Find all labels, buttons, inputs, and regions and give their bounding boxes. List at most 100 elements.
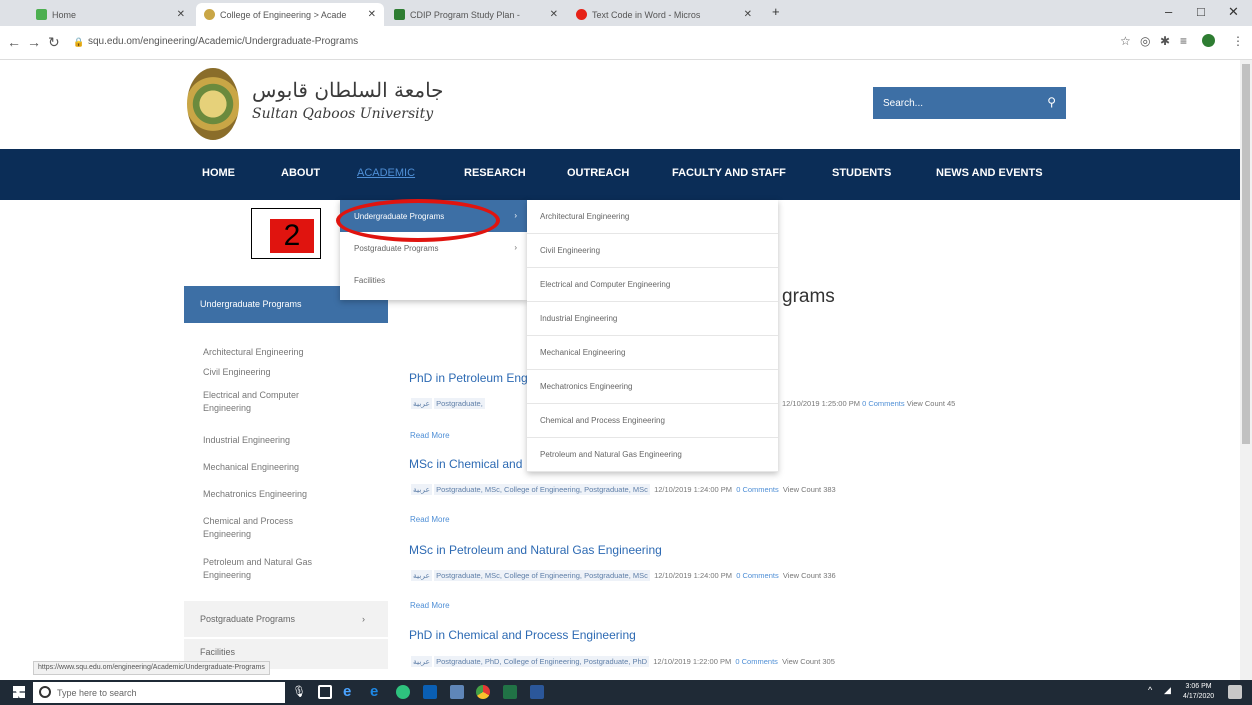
outlook-icon[interactable] bbox=[423, 685, 437, 699]
post-comments[interactable]: 0 Comments bbox=[862, 399, 905, 408]
submenu-item[interactable]: Electrical and Computer Engineering bbox=[527, 268, 778, 302]
post-categories[interactable]: Postgraduate, MSc, College of Engineerin… bbox=[434, 484, 650, 495]
sidebar-item-industrial[interactable]: Industrial Engineering bbox=[203, 434, 290, 447]
post-title[interactable]: MSc in Petroleum and Natural Gas Enginee… bbox=[409, 543, 662, 557]
post-categories[interactable]: Postgraduate, MSc, College of Engineerin… bbox=[434, 570, 650, 581]
url-field[interactable]: squ.edu.om/engineering/Academic/Undergra… bbox=[88, 36, 358, 47]
submenu-item[interactable]: Architectural Engineering bbox=[527, 200, 778, 234]
tag-arabic[interactable]: عربية bbox=[411, 484, 432, 495]
submenu-item[interactable]: Petroleum and Natural Gas Engineering bbox=[527, 438, 778, 472]
menu-icon[interactable]: ⋮ bbox=[1232, 34, 1244, 48]
profile-avatar[interactable] bbox=[1202, 34, 1215, 47]
sidebar-item-petroleum[interactable]: Petroleum and Natural Gas Engineering bbox=[203, 556, 343, 582]
logo-english-text[interactable]: Sultan Qaboos University bbox=[252, 106, 433, 122]
post-categories[interactable]: Postgraduate, bbox=[434, 398, 485, 409]
puzzle-icon[interactable]: ✱ bbox=[1160, 34, 1170, 48]
close-window-button[interactable]: ✕ bbox=[1228, 4, 1239, 20]
tab-college-of-engineering[interactable]: College of Engineering > Acade ✕ bbox=[196, 3, 384, 26]
nav-academic[interactable]: ACADEMIC bbox=[357, 167, 415, 179]
sheets-favicon-icon bbox=[394, 9, 405, 20]
read-more-link[interactable]: Read More bbox=[410, 515, 450, 524]
post-comments[interactable]: 0 Comments bbox=[735, 657, 778, 666]
excel-icon[interactable] bbox=[503, 685, 517, 699]
close-icon[interactable]: ✕ bbox=[744, 9, 752, 20]
post-title[interactable]: MSc in Chemical and bbox=[409, 457, 522, 471]
search-input[interactable]: Search... ⚲ bbox=[873, 87, 1066, 119]
scrollbar-thumb[interactable] bbox=[1242, 64, 1250, 444]
tag-arabic[interactable]: عربية bbox=[411, 570, 432, 581]
close-icon[interactable]: ✕ bbox=[177, 9, 185, 20]
tag-arabic[interactable]: عربية bbox=[411, 656, 432, 667]
nav-students[interactable]: STUDENTS bbox=[832, 167, 891, 179]
sidebar-postgraduate[interactable]: Postgraduate Programs › bbox=[184, 601, 388, 637]
status-bar-url: https://www.squ.edu.om/engineering/Acade… bbox=[33, 661, 270, 675]
dropdown-item-facilities[interactable]: Facilities bbox=[340, 264, 527, 296]
nav-faculty-and-staff[interactable]: FACULTY AND STAFF bbox=[672, 167, 786, 179]
tab-label: College of Engineering > Acade bbox=[220, 9, 347, 20]
minimize-button[interactable]: – bbox=[1165, 4, 1172, 19]
nav-about[interactable]: ABOUT bbox=[281, 167, 320, 179]
notifications-icon[interactable] bbox=[1228, 685, 1242, 699]
post-title[interactable]: PhD in Petroleum Eng bbox=[409, 371, 528, 385]
home-favicon-icon bbox=[36, 9, 47, 20]
taskbar-search-input[interactable]: Type here to search bbox=[33, 682, 285, 703]
sidebar-item-architectural[interactable]: Architectural Engineering bbox=[203, 346, 304, 359]
post-meta: عربية Postgraduate, bbox=[411, 398, 485, 409]
close-icon[interactable]: ✕ bbox=[550, 9, 558, 20]
search-icon[interactable]: ⚲ bbox=[1047, 95, 1056, 109]
submenu-item[interactable]: Chemical and Process Engineering bbox=[527, 404, 778, 438]
task-view-icon[interactable] bbox=[318, 685, 332, 699]
extension-icon[interactable]: ◎ bbox=[1140, 34, 1150, 48]
maximize-button[interactable]: □ bbox=[1197, 4, 1205, 19]
nav-research[interactable]: RESEARCH bbox=[464, 167, 526, 179]
chevron-right-icon: › bbox=[362, 614, 365, 624]
submenu-item[interactable]: Mechanical Engineering bbox=[527, 336, 778, 370]
close-icon[interactable]: ✕ bbox=[368, 9, 376, 20]
submenu-item[interactable]: Civil Engineering bbox=[527, 234, 778, 268]
tab-text-code-word[interactable]: Text Code in Word - Micros ✕ bbox=[568, 3, 760, 26]
new-tab-button[interactable]: + bbox=[772, 4, 780, 19]
playlist-icon[interactable]: ≡ bbox=[1180, 34, 1187, 48]
sidebar-item-mechanical[interactable]: Mechanical Engineering bbox=[203, 461, 299, 474]
sidebar-item-chemical[interactable]: Chemical and Process Engineering bbox=[203, 515, 323, 541]
post-comments[interactable]: 0 Comments bbox=[736, 485, 779, 494]
sidebar-item-civil[interactable]: Civil Engineering bbox=[203, 366, 271, 379]
submenu-item[interactable]: Industrial Engineering bbox=[527, 302, 778, 336]
edge-icon[interactable]: e bbox=[343, 684, 357, 699]
post-title[interactable]: PhD in Chemical and Process Engineering bbox=[409, 628, 636, 642]
chrome-icon[interactable] bbox=[476, 685, 490, 699]
logo-arabic-text[interactable]: جامعة السلطان قابوس bbox=[252, 78, 444, 102]
system-clock[interactable]: 3:06 PM 4/17/2020 bbox=[1183, 682, 1214, 702]
windows-start-icon[interactable] bbox=[13, 686, 25, 698]
network-icon[interactable]: ◢ bbox=[1164, 685, 1178, 699]
microphone-icon[interactable]: 🎙 bbox=[292, 685, 306, 699]
nav-home[interactable]: HOME bbox=[202, 167, 235, 179]
read-more-link[interactable]: Read More bbox=[410, 601, 450, 610]
nav-news-and-events[interactable]: NEWS AND EVENTS bbox=[936, 167, 1043, 179]
scrollbar[interactable] bbox=[1240, 60, 1252, 680]
forward-arrow-icon[interactable]: → bbox=[27, 34, 41, 50]
app-icon[interactable] bbox=[396, 685, 410, 699]
tray-chevron-icon[interactable]: ^ bbox=[1148, 685, 1162, 699]
clock-time: 3:06 PM bbox=[1185, 683, 1212, 690]
nav-outreach[interactable]: OUTREACH bbox=[567, 167, 629, 179]
tab-home[interactable]: Home ✕ bbox=[28, 3, 193, 26]
file-explorer-icon[interactable] bbox=[450, 685, 464, 699]
read-more-link[interactable]: Read More bbox=[410, 431, 450, 440]
tag-arabic[interactable]: عربية bbox=[411, 398, 432, 409]
word-icon[interactable] bbox=[530, 685, 544, 699]
star-icon[interactable]: ☆ bbox=[1120, 34, 1131, 48]
squ-seal-logo[interactable] bbox=[187, 68, 239, 140]
reload-icon[interactable]: ↻ bbox=[48, 34, 60, 51]
chevron-right-icon: › bbox=[514, 243, 517, 252]
post-comments[interactable]: 0 Comments bbox=[736, 571, 779, 580]
annotation-number: 2 bbox=[270, 219, 314, 253]
post-categories[interactable]: Postgraduate, PhD, College of Engineerin… bbox=[434, 656, 650, 667]
sidebar-item-mechatronics[interactable]: Mechatronics Engineering bbox=[203, 488, 307, 501]
tab-cdip-program[interactable]: CDIP Program Study Plan - ✕ bbox=[386, 3, 566, 26]
back-arrow-icon[interactable]: ← bbox=[7, 34, 21, 50]
ie-icon[interactable]: e bbox=[370, 684, 384, 699]
sidebar-item-electrical[interactable]: Electrical and Computer Engineering bbox=[203, 389, 333, 415]
submenu-item[interactable]: Mechatronics Engineering bbox=[527, 370, 778, 404]
address-bar: ← → ↻ 🔒 squ.edu.om/engineering/Academic/… bbox=[0, 26, 1252, 60]
